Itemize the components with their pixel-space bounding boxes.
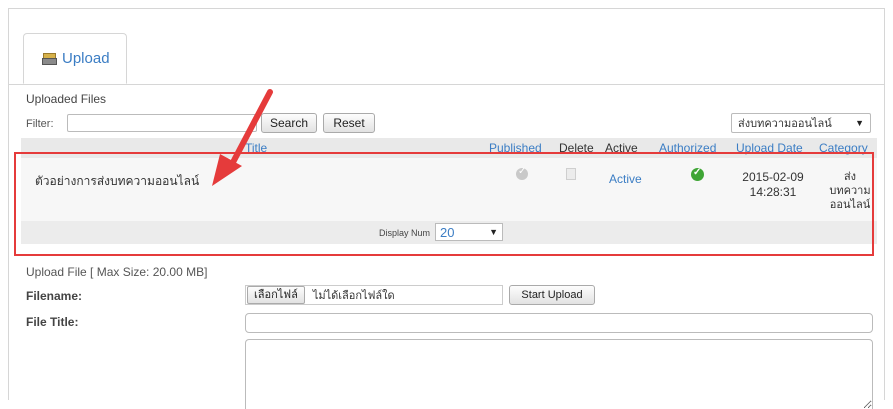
- annotation-arrow-icon: [212, 89, 273, 186]
